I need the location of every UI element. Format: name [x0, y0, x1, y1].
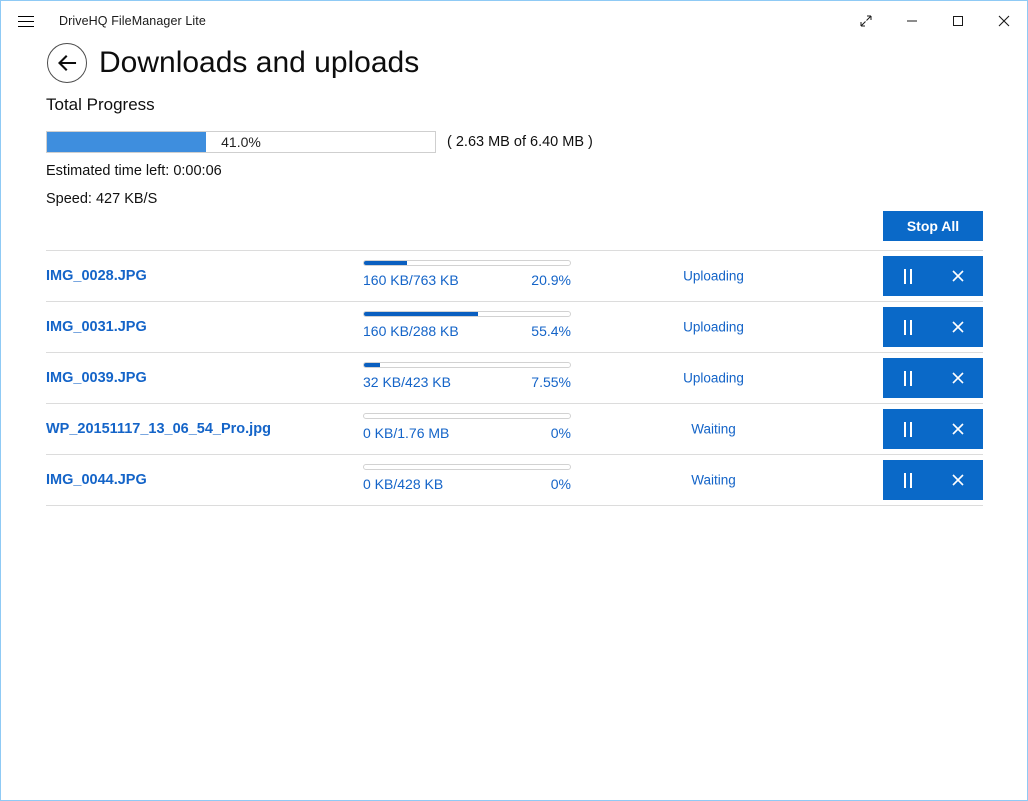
pause-icon: [904, 371, 912, 386]
transfer-percent: 20.9%: [531, 272, 571, 288]
transfer-progress: 160 KB/763 KB 20.9%: [363, 260, 571, 288]
transfer-numbers: 160 KB/763 KB 20.9%: [363, 272, 571, 288]
pause-icon: [904, 320, 912, 335]
back-button[interactable]: [47, 43, 87, 83]
row-divider: [46, 505, 983, 506]
transfer-status: Waiting: [646, 473, 781, 488]
pause-icon: [904, 473, 912, 488]
table-row: IMG_0028.JPG 160 KB/763 KB 20.9% Uploading: [46, 251, 983, 301]
transfer-sizes: 160 KB/763 KB: [363, 272, 459, 288]
hamburger-menu-icon[interactable]: [3, 5, 49, 37]
transfer-progress-bar: [363, 311, 571, 317]
close-icon: [949, 267, 967, 285]
minimize-icon[interactable]: [889, 6, 935, 36]
transfer-file-name[interactable]: IMG_0044.JPG: [46, 472, 147, 488]
pause-button[interactable]: [883, 358, 933, 398]
transfer-status: Uploading: [646, 371, 781, 386]
stop-all-button[interactable]: Stop All: [883, 211, 983, 241]
transfer-speed: Speed: 427 KB/S: [46, 191, 157, 207]
transfer-sizes: 160 KB/288 KB: [363, 323, 459, 339]
table-row: IMG_0039.JPG 32 KB/423 KB 7.55% Uploading: [46, 353, 983, 403]
pause-button[interactable]: [883, 307, 933, 347]
transfer-progress-fill: [364, 312, 478, 316]
restore-resize-icon[interactable]: [843, 6, 889, 36]
cancel-button[interactable]: [933, 358, 983, 398]
transfer-numbers: 0 KB/428 KB 0%: [363, 476, 571, 492]
transfer-actions: [883, 460, 983, 500]
transfer-progress-fill: [364, 363, 380, 367]
transfer-file-name[interactable]: IMG_0028.JPG: [46, 268, 147, 284]
total-progress-size: ( 2.63 MB of 6.40 MB ): [447, 134, 593, 150]
total-progress-bar: 41.0%: [46, 131, 436, 153]
transfer-status: Uploading: [646, 320, 781, 335]
transfer-progress-fill: [364, 261, 407, 265]
transfer-progress: 0 KB/1.76 MB 0%: [363, 413, 571, 441]
transfer-progress-bar: [363, 464, 571, 470]
close-icon[interactable]: [981, 6, 1027, 36]
transfer-actions: [883, 307, 983, 347]
total-progress-label: Total Progress: [46, 95, 155, 115]
table-row: WP_20151117_13_06_54_Pro.jpg 0 KB/1.76 MB…: [46, 404, 983, 454]
transfer-progress-bar: [363, 362, 571, 368]
pause-button[interactable]: [883, 256, 933, 296]
transfer-numbers: 160 KB/288 KB 55.4%: [363, 323, 571, 339]
transfer-progress: 32 KB/423 KB 7.55%: [363, 362, 571, 390]
transfer-progress-bar: [363, 413, 571, 419]
transfer-percent: 0%: [551, 476, 571, 492]
pause-icon: [904, 422, 912, 437]
transfer-numbers: 0 KB/1.76 MB 0%: [363, 425, 571, 441]
transfer-file-name[interactable]: IMG_0039.JPG: [46, 370, 147, 386]
total-progress-percent: 41.0%: [47, 132, 435, 152]
back-arrow-icon: [55, 53, 79, 73]
transfer-file-name[interactable]: IMG_0031.JPG: [46, 319, 147, 335]
transfer-file-name[interactable]: WP_20151117_13_06_54_Pro.jpg: [46, 421, 271, 437]
transfer-actions: [883, 256, 983, 296]
cancel-button[interactable]: [933, 307, 983, 347]
total-progress-row: 41.0% ( 2.63 MB of 6.40 MB ): [46, 131, 593, 153]
cancel-button[interactable]: [933, 460, 983, 500]
transfer-progress: 160 KB/288 KB 55.4%: [363, 311, 571, 339]
pause-button[interactable]: [883, 409, 933, 449]
close-icon: [949, 420, 967, 438]
transfer-percent: 0%: [551, 425, 571, 441]
page-title: Downloads and uploads: [99, 48, 419, 78]
page-header: Downloads and uploads: [47, 43, 419, 83]
maximize-icon[interactable]: [935, 6, 981, 36]
transfer-progress-bar: [363, 260, 571, 266]
transfer-sizes: 0 KB/1.76 MB: [363, 425, 449, 441]
title-bar: DriveHQ FileManager Lite: [1, 1, 1027, 41]
transfer-status: Waiting: [646, 422, 781, 437]
pause-button[interactable]: [883, 460, 933, 500]
cancel-button[interactable]: [933, 256, 983, 296]
table-row: IMG_0044.JPG 0 KB/428 KB 0% Waiting: [46, 455, 983, 505]
estimated-time-left: Estimated time left: 0:00:06: [46, 163, 222, 179]
transfer-numbers: 32 KB/423 KB 7.55%: [363, 374, 571, 390]
transfer-percent: 55.4%: [531, 323, 571, 339]
transfer-sizes: 32 KB/423 KB: [363, 374, 451, 390]
transfer-actions: [883, 358, 983, 398]
transfer-status: Uploading: [646, 269, 781, 284]
transfer-percent: 7.55%: [531, 374, 571, 390]
app-window: DriveHQ FileManager Lite: [0, 0, 1028, 801]
app-title: DriveHQ FileManager Lite: [59, 14, 206, 28]
table-row: IMG_0031.JPG 160 KB/288 KB 55.4% Uploading: [46, 302, 983, 352]
cancel-button[interactable]: [933, 409, 983, 449]
close-icon: [949, 318, 967, 336]
transfer-list: IMG_0028.JPG160 KB/763 KB20.9%UploadingI…: [46, 250, 983, 506]
pause-icon: [904, 269, 912, 284]
window-controls: [843, 1, 1027, 41]
transfer-actions: [883, 409, 983, 449]
transfer-sizes: 0 KB/428 KB: [363, 476, 443, 492]
close-icon: [949, 471, 967, 489]
transfer-progress: 0 KB/428 KB 0%: [363, 464, 571, 492]
close-icon: [949, 369, 967, 387]
